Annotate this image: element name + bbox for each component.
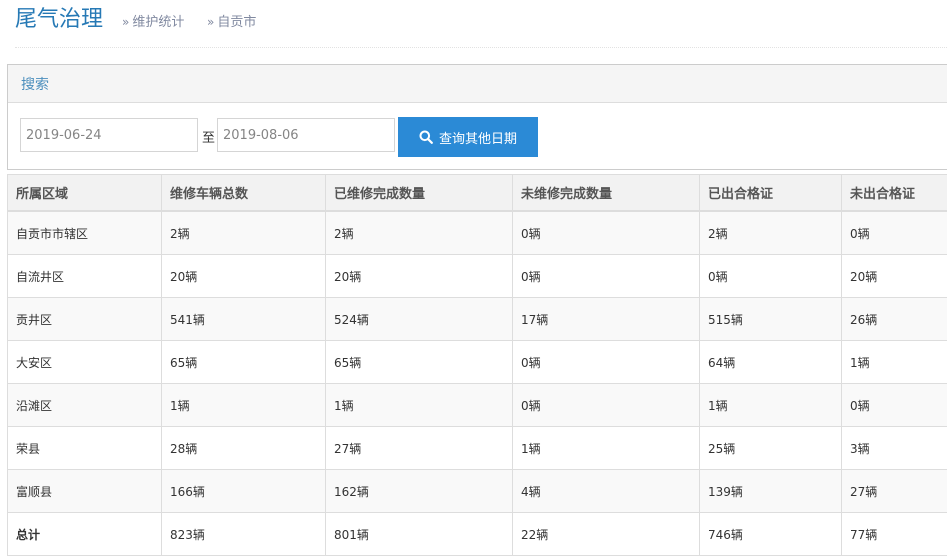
cell-not-certified: 20辆 <box>842 255 947 298</box>
breadcrumb-item-city[interactable]: »自贡市 <box>207 13 256 32</box>
table-row: 贡井区 541辆 524辆 17辆 515辆 26辆 <box>8 298 947 341</box>
table-total-row: 总计 823辆 801辆 22辆 746辆 77辆 <box>8 513 947 556</box>
query-button-label: 查询其他日期 <box>439 128 517 147</box>
cell-total-vehicles: 541辆 <box>162 298 326 341</box>
cell-not-completed: 0辆 <box>513 341 700 384</box>
cell-total-vehicles: 65辆 <box>162 341 326 384</box>
page-title: 尾气治理 <box>15 5 103 35</box>
cell-completed: 65辆 <box>326 341 513 384</box>
cell-completed: 2辆 <box>326 211 513 255</box>
table-row: 大安区 65辆 65辆 0辆 64辆 1辆 <box>8 341 947 384</box>
cell-region: 自流井区 <box>8 255 162 298</box>
cell-not-certified: 3辆 <box>842 427 947 470</box>
cell-total-vehicles: 823辆 <box>162 513 326 556</box>
cell-not-completed: 17辆 <box>513 298 700 341</box>
date-range-separator: 至 <box>202 127 215 146</box>
cell-not-certified: 77辆 <box>842 513 947 556</box>
cell-region: 荣县 <box>8 427 162 470</box>
cell-certified: 515辆 <box>700 298 842 341</box>
cell-completed: 524辆 <box>326 298 513 341</box>
table-row: 自贡市市辖区 2辆 2辆 0辆 2辆 0辆 <box>8 211 947 255</box>
cell-region: 自贡市市辖区 <box>8 211 162 255</box>
breadcrumb-item-stats[interactable]: »维护统计 <box>122 13 184 32</box>
cell-total-label: 总计 <box>8 513 162 556</box>
column-header-total-vehicles: 维修车辆总数 <box>162 175 326 212</box>
cell-total-vehicles: 1辆 <box>162 384 326 427</box>
cell-total-vehicles: 2辆 <box>162 211 326 255</box>
column-header-not-certified: 未出合格证 <box>842 175 947 212</box>
column-header-certified: 已出合格证 <box>700 175 842 212</box>
cell-certified: 25辆 <box>700 427 842 470</box>
breadcrumb-label: 维护统计 <box>132 15 184 30</box>
cell-not-certified: 1辆 <box>842 341 947 384</box>
cell-not-certified: 26辆 <box>842 298 947 341</box>
cell-not-completed: 0辆 <box>513 211 700 255</box>
cell-not-completed: 0辆 <box>513 384 700 427</box>
cell-certified: 139辆 <box>700 470 842 513</box>
cell-completed: 162辆 <box>326 470 513 513</box>
cell-total-vehicles: 166辆 <box>162 470 326 513</box>
cell-completed: 801辆 <box>326 513 513 556</box>
cell-completed: 1辆 <box>326 384 513 427</box>
table-row: 沿滩区 1辆 1辆 0辆 1辆 0辆 <box>8 384 947 427</box>
cell-region: 沿滩区 <box>8 384 162 427</box>
page-header: 尾气治理 »维护统计 »自贡市 <box>15 0 947 48</box>
end-date-input[interactable] <box>217 118 395 152</box>
cell-not-completed: 22辆 <box>513 513 700 556</box>
cell-region: 大安区 <box>8 341 162 384</box>
cell-region: 富顺县 <box>8 470 162 513</box>
table-row: 荣县 28辆 27辆 1辆 25辆 3辆 <box>8 427 947 470</box>
cell-not-certified: 0辆 <box>842 211 947 255</box>
search-panel-header: 搜索 <box>8 65 947 103</box>
maintenance-stats-table: 所属区域 维修车辆总数 已维修完成数量 未维修完成数量 已出合格证 未出合格证 … <box>7 174 947 556</box>
query-other-dates-button[interactable]: 查询其他日期 <box>398 117 538 157</box>
column-header-region: 所属区域 <box>8 175 162 212</box>
cell-certified: 64辆 <box>700 341 842 384</box>
double-chevron-right-icon: » <box>207 15 214 29</box>
cell-not-completed: 0辆 <box>513 255 700 298</box>
search-panel-title: 搜索 <box>21 74 49 94</box>
cell-not-certified: 0辆 <box>842 384 947 427</box>
cell-completed: 20辆 <box>326 255 513 298</box>
cell-completed: 27辆 <box>326 427 513 470</box>
cell-region: 贡井区 <box>8 298 162 341</box>
table-row: 富顺县 166辆 162辆 4辆 139辆 27辆 <box>8 470 947 513</box>
table-header-row: 所属区域 维修车辆总数 已维修完成数量 未维修完成数量 已出合格证 未出合格证 <box>8 175 947 212</box>
cell-certified: 2辆 <box>700 211 842 255</box>
breadcrumb-label: 自贡市 <box>217 15 256 30</box>
cell-not-certified: 27辆 <box>842 470 947 513</box>
cell-certified: 1辆 <box>700 384 842 427</box>
cell-total-vehicles: 20辆 <box>162 255 326 298</box>
cell-not-completed: 4辆 <box>513 470 700 513</box>
double-chevron-right-icon: » <box>122 15 129 29</box>
search-panel: 搜索 至 查询其他日期 <box>7 64 947 170</box>
cell-certified: 0辆 <box>700 255 842 298</box>
start-date-input[interactable] <box>20 118 198 152</box>
column-header-completed: 已维修完成数量 <box>326 175 513 212</box>
column-header-not-completed: 未维修完成数量 <box>513 175 700 212</box>
cell-not-completed: 1辆 <box>513 427 700 470</box>
table-row: 自流井区 20辆 20辆 0辆 0辆 20辆 <box>8 255 947 298</box>
cell-certified: 746辆 <box>700 513 842 556</box>
cell-total-vehicles: 28辆 <box>162 427 326 470</box>
search-icon <box>419 130 433 144</box>
